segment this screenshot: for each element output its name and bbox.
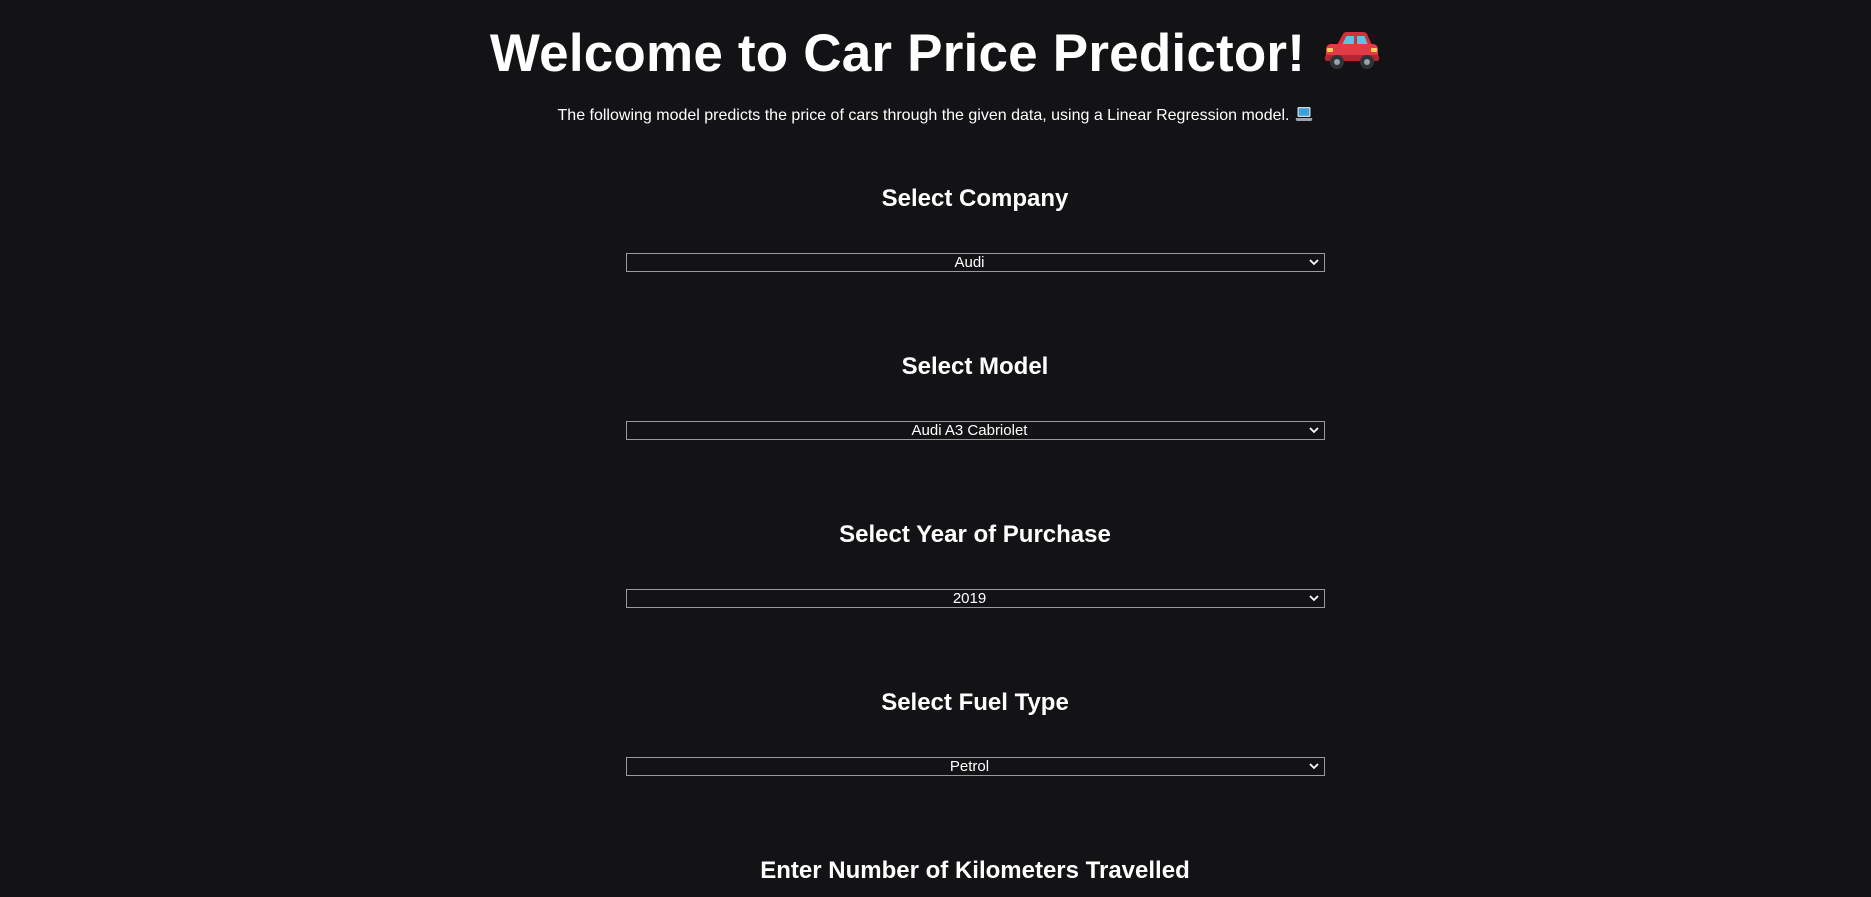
page-subtitle-text: The following model predicts the price o… [557,107,1290,124]
company-label: Select Company [881,185,1069,212]
fuel-select-value: Petrol [949,758,990,775]
page-title: Welcome to Car Price Predictor! [0,22,1871,86]
red-car-icon [1323,24,1381,69]
page-subtitle: The following model predicts the price o… [0,106,1871,126]
company-select[interactable]: Audi [626,253,1325,272]
year-select-value: 2019 [952,590,987,607]
chevron-down-icon [1309,595,1319,602]
car-price-predictor-page: Welcome to Car Price Predictor! The foll… [0,0,1871,897]
chevron-down-icon [1309,763,1319,770]
laptop-icon [1295,106,1313,122]
kilometers-label: Enter Number of Kilometers Travelled [760,857,1190,884]
chevron-down-icon [1309,259,1319,266]
fuel-select[interactable]: Petrol [626,757,1325,776]
model-label: Select Model [901,353,1049,380]
model-select[interactable]: Audi A3 Cabriolet [626,421,1325,440]
company-select-value: Audi [954,254,985,271]
page-title-text: Welcome to Car Price Predictor! [489,24,1306,83]
year-select[interactable]: 2019 [626,589,1325,608]
fuel-label: Select Fuel Type [881,689,1069,716]
chevron-down-icon [1309,427,1319,434]
year-label: Select Year of Purchase [839,521,1111,548]
model-select-value: Audi A3 Cabriolet [911,422,1028,439]
